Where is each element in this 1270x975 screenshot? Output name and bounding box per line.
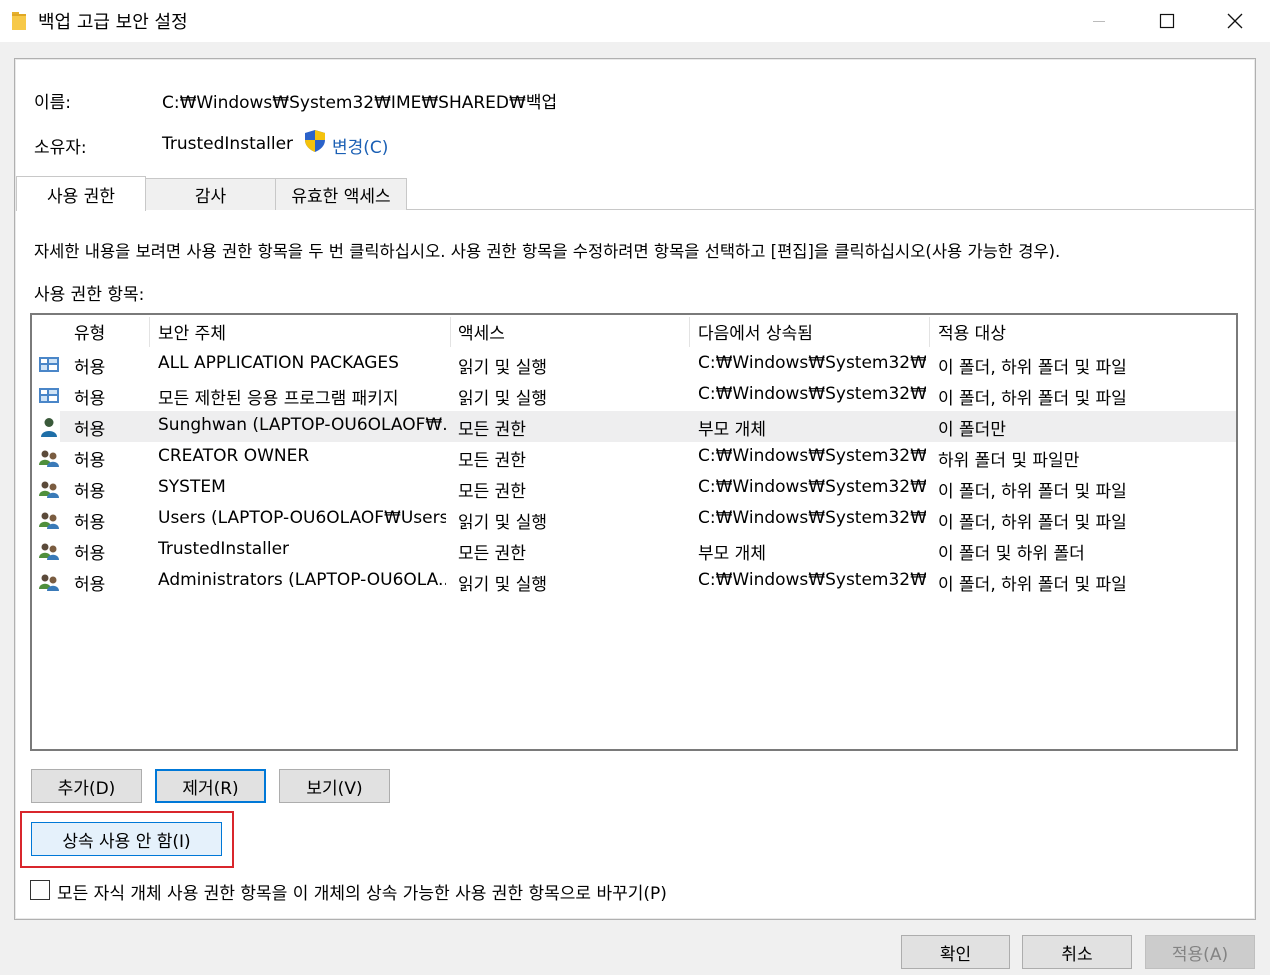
row-inherited-from: 부모 개체 bbox=[698, 420, 766, 440]
user-icon bbox=[38, 417, 60, 437]
remove-button[interactable]: 제거(R) bbox=[155, 769, 266, 803]
row-inherited-from: 부모 개체 bbox=[698, 544, 766, 564]
cancel-button[interactable]: 취소 bbox=[1022, 935, 1132, 969]
row-principal: Sunghwan (LAPTOP-OU6OLAOF₩... bbox=[158, 415, 446, 435]
row-applies-to: 이 폴더, 하위 폴더 및 파일 bbox=[938, 389, 1127, 409]
column-header-inherited-from[interactable]: 다음에서 상속됨 bbox=[698, 319, 813, 347]
row-access: 읽기 및 실행 bbox=[458, 575, 548, 595]
minimize-icon bbox=[1093, 21, 1105, 22]
row-access: 읽기 및 실행 bbox=[458, 358, 548, 378]
app-package-icon bbox=[38, 355, 60, 375]
entries-label: 사용 권한 항목: bbox=[34, 285, 145, 305]
column-header-principal[interactable]: 보안 주체 bbox=[158, 319, 226, 347]
row-access: 모든 권한 bbox=[458, 544, 526, 564]
row-applies-to: 이 폴더, 하위 폴더 및 파일 bbox=[938, 575, 1127, 595]
view-button[interactable]: 보기(V) bbox=[279, 769, 390, 803]
table-row[interactable]: 허용 SYSTEM 모든 권한 C:₩Windows₩System32₩I... 이 폴… bbox=[32, 473, 1236, 504]
close-icon bbox=[1227, 13, 1243, 29]
row-access: 모든 권한 bbox=[458, 420, 526, 440]
row-access: 읽기 및 실행 bbox=[458, 389, 548, 409]
column-header-access[interactable]: 액세스 bbox=[458, 319, 505, 347]
row-type: 허용 bbox=[74, 482, 106, 502]
row-applies-to: 하위 폴더 및 파일만 bbox=[938, 451, 1080, 471]
replace-child-permissions-checkbox[interactable] bbox=[30, 880, 50, 900]
row-principal: SYSTEM bbox=[158, 477, 226, 497]
maximize-button[interactable] bbox=[1132, 0, 1202, 42]
row-access: 모든 권한 bbox=[458, 482, 526, 502]
apply-button[interactable]: 적용(A) bbox=[1145, 935, 1255, 969]
row-applies-to: 이 폴더, 하위 폴더 및 파일 bbox=[938, 482, 1127, 502]
owner-label: 소유자: bbox=[34, 138, 87, 158]
window-title: 백업 고급 보안 설정 bbox=[38, 12, 188, 33]
row-type: 허용 bbox=[74, 451, 106, 471]
group-icon bbox=[38, 448, 60, 468]
tab-effective-access[interactable]: 유효한 액세스 bbox=[275, 178, 407, 210]
row-access: 읽기 및 실행 bbox=[458, 513, 548, 533]
row-inherited-from: C:₩Windows₩System32₩I... bbox=[698, 446, 926, 466]
app-package-icon bbox=[38, 386, 60, 406]
folder-icon bbox=[12, 12, 26, 30]
row-inherited-from: C:₩Windows₩System32₩I... bbox=[698, 570, 926, 590]
tab-auditing[interactable]: 감사 bbox=[145, 178, 276, 210]
row-principal: ALL APPLICATION PACKAGES bbox=[158, 353, 399, 373]
table-row[interactable]: 허용 Administrators (LAPTOP-OU6OLA... 읽기 및 실… bbox=[32, 566, 1236, 597]
uac-shield-icon bbox=[305, 130, 325, 152]
row-applies-to: 이 폴더, 하위 폴더 및 파일 bbox=[938, 513, 1127, 533]
minimize-button[interactable] bbox=[1064, 0, 1134, 42]
permission-entries-list[interactable]: 유형 보안 주체 액세스 다음에서 상속됨 적용 대상 허용 ALL APPLIC… bbox=[30, 313, 1238, 751]
row-inherited-from: C:₩Windows₩System32₩I... bbox=[698, 477, 926, 497]
row-type: 허용 bbox=[74, 420, 106, 440]
group-icon bbox=[38, 572, 60, 592]
row-inherited-from: C:₩Windows₩System32₩I... bbox=[698, 384, 926, 404]
row-type: 허용 bbox=[74, 513, 106, 533]
row-type: 허용 bbox=[74, 358, 106, 378]
row-principal: Users (LAPTOP-OU6OLAOF₩Users) bbox=[158, 508, 446, 528]
name-value: C:₩Windows₩System32₩IME₩SHARED₩백업 bbox=[162, 93, 558, 113]
column-header-applies-to[interactable]: 적용 대상 bbox=[938, 319, 1006, 347]
title-bar[interactable]: 백업 고급 보안 설정 bbox=[0, 0, 1270, 42]
name-label: 이름: bbox=[34, 93, 72, 113]
row-inherited-from: C:₩Windows₩System32₩I... bbox=[698, 508, 926, 528]
column-header-type[interactable]: 유형 bbox=[74, 319, 105, 347]
table-row[interactable]: 허용 모든 제한된 응용 프로그램 패키지 읽기 및 실행 C:₩Windows₩Sy… bbox=[32, 380, 1236, 411]
owner-value: TrustedInstaller bbox=[162, 134, 294, 154]
replace-child-permissions-label[interactable]: 모든 자식 개체 사용 권한 항목을 이 개체의 상속 가능한 사용 권한 항목… bbox=[57, 879, 667, 904]
change-owner-link[interactable]: 변경(C) bbox=[332, 133, 388, 158]
ok-button[interactable]: 확인 bbox=[901, 935, 1010, 969]
row-principal: 모든 제한된 응용 프로그램 패키지 bbox=[158, 389, 399, 409]
row-inherited-from: C:₩Windows₩System32₩I... bbox=[698, 353, 926, 373]
instructions-text: 자세한 내용을 보려면 사용 권한 항목을 두 번 클릭하십시오. 사용 권한 … bbox=[34, 242, 1061, 261]
group-icon bbox=[38, 541, 60, 561]
disable-inheritance-button[interactable]: 상속 사용 안 함(I) bbox=[31, 822, 222, 856]
maximize-icon bbox=[1159, 13, 1175, 29]
table-row[interactable]: 허용 Sunghwan (LAPTOP-OU6OLAOF₩... 모든 권한 부모 개… bbox=[41, 411, 1236, 442]
add-button[interactable]: 추가(D) bbox=[31, 769, 142, 803]
row-type: 허용 bbox=[74, 544, 106, 564]
tab-permissions[interactable]: 사용 권한 bbox=[16, 176, 146, 211]
table-row[interactable]: 허용 TrustedInstaller 모든 권한 부모 개체 이 폴더 및 하위 폴더 bbox=[32, 535, 1236, 566]
row-principal: CREATOR OWNER bbox=[158, 446, 310, 466]
row-access: 모든 권한 bbox=[458, 451, 526, 471]
row-applies-to: 이 폴더, 하위 폴더 및 파일 bbox=[938, 358, 1127, 378]
row-type: 허용 bbox=[74, 575, 106, 595]
table-row[interactable]: 허용 Users (LAPTOP-OU6OLAOF₩Users) 읽기 및 실행 C:… bbox=[32, 504, 1236, 535]
row-principal: Administrators (LAPTOP-OU6OLA... bbox=[158, 570, 446, 590]
advanced-security-settings-window: 백업 고급 보안 설정 이름: C:₩Windows₩System32₩IME₩… bbox=[0, 0, 1270, 975]
close-button[interactable] bbox=[1200, 0, 1270, 42]
group-icon bbox=[38, 510, 60, 530]
group-icon bbox=[38, 479, 60, 499]
row-principal: TrustedInstaller bbox=[158, 539, 290, 559]
table-row[interactable]: 허용 CREATOR OWNER 모든 권한 C:₩Windows₩System32₩… bbox=[32, 442, 1236, 473]
row-applies-to: 이 폴더 및 하위 폴더 bbox=[938, 544, 1085, 564]
row-applies-to: 이 폴더만 bbox=[938, 420, 1006, 440]
row-type: 허용 bbox=[74, 389, 106, 409]
table-row[interactable]: 허용 ALL APPLICATION PACKAGES 읽기 및 실행 C:₩Wind… bbox=[32, 349, 1236, 380]
